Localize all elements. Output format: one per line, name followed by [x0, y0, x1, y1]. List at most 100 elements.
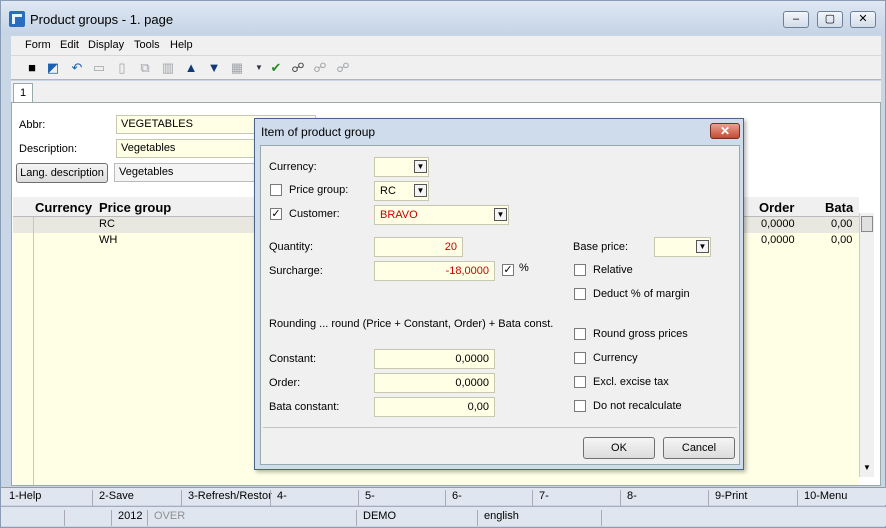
filter-icon[interactable]: ✔	[268, 60, 284, 76]
status-bar: 2012 OVER DEMO english	[1, 506, 886, 526]
col-bata[interactable]: Bata	[825, 200, 853, 215]
menu-form[interactable]: Form	[25, 39, 51, 51]
paste-icon[interactable]: ▥	[160, 60, 176, 76]
round-gross-label: Round gross prices	[593, 328, 688, 340]
percent-icon[interactable]: %	[519, 262, 529, 274]
maximize-button[interactable]: ▢	[817, 11, 843, 28]
status-lang: english	[477, 510, 519, 526]
chevron-down-icon[interactable]: ▼	[414, 184, 427, 197]
save-close-icon[interactable]: ◩	[45, 60, 61, 76]
cell-order: 0,0000	[761, 218, 795, 230]
cell-bata: 0,00	[831, 218, 853, 230]
menu-edit[interactable]: Edit	[60, 39, 79, 51]
surcharge-percent-checkbox[interactable]: ✓	[502, 264, 514, 276]
menu-tools[interactable]: Tools	[134, 39, 160, 51]
close-button[interactable]: ✕	[850, 11, 876, 28]
price-group-label: Price group:	[289, 184, 349, 196]
price-group-checkbox[interactable]	[270, 184, 282, 196]
currency-checkbox[interactable]	[574, 352, 586, 364]
cell-bata: 0,00	[831, 234, 853, 246]
find-prev-icon[interactable]: ☍	[335, 60, 351, 76]
arrow-down-icon[interactable]: ▼	[206, 60, 222, 76]
excise-checkbox[interactable]	[574, 376, 586, 388]
find-next-icon[interactable]: ☍	[312, 60, 328, 76]
grid-scrollbar[interactable]: ▼	[859, 213, 874, 477]
col-price-group[interactable]: Price group	[99, 200, 171, 215]
save-icon[interactable]: ■	[24, 60, 40, 76]
description-label: Description:	[19, 143, 78, 155]
fkey-6[interactable]: 6-	[445, 490, 462, 506]
quantity-label: Quantity:	[269, 241, 314, 253]
dialog-body: Currency: ▼ Price group: RC ▼ ✓ Customer…	[260, 145, 740, 465]
cancel-button[interactable]: Cancel	[663, 437, 735, 459]
scrollbar-thumb[interactable]	[861, 216, 873, 232]
fkey-9[interactable]: 9-Print	[708, 490, 747, 506]
dialog-close-button[interactable]: ✕	[710, 123, 740, 139]
copy-icon[interactable]: ⧉	[137, 60, 153, 76]
new-icon[interactable]: ▯	[114, 60, 130, 76]
menu-help[interactable]: Help	[170, 39, 193, 51]
order-label: Order:	[269, 377, 301, 389]
currency-label: Currency:	[269, 161, 317, 173]
fkey-7[interactable]: 7-	[532, 490, 549, 506]
chevron-down-icon[interactable]: ▼	[696, 240, 709, 253]
col-order[interactable]: Order	[759, 200, 794, 215]
title-bar: Product groups - 1. page – ▢ ✕	[1, 1, 885, 35]
currency-checkbox-label: Currency	[593, 352, 638, 364]
order-field[interactable]: 0,0000	[374, 373, 495, 393]
surcharge-field[interactable]: -18,0000	[374, 261, 495, 281]
dropdown-arrow-icon[interactable]: ▼	[251, 60, 267, 76]
binoculars-icon[interactable]: ☍	[290, 60, 306, 76]
base-price-label: Base price:	[573, 241, 629, 253]
fkey-8[interactable]: 8-	[620, 490, 637, 506]
cell-order: 0,0000	[761, 234, 795, 246]
item-dialog: Item of product group ✕ Currency: ▼ Pric…	[254, 118, 744, 470]
fkey-4[interactable]: 4-	[270, 490, 287, 506]
status-cell	[601, 510, 608, 526]
menu-bar: Form Edit Display Tools Help	[11, 36, 881, 56]
scroll-down-icon[interactable]: ▼	[863, 463, 871, 472]
customer-label: Customer:	[289, 208, 340, 220]
constant-label: Constant:	[269, 353, 317, 365]
fkey-10[interactable]: 10-Menu	[797, 490, 847, 506]
fkey-5[interactable]: 5-	[358, 490, 375, 506]
chevron-down-icon[interactable]: ▼	[494, 208, 507, 221]
cell-price-group: RC	[99, 218, 115, 230]
round-gross-checkbox[interactable]	[574, 328, 586, 340]
constant-field[interactable]: 0,0000	[374, 349, 495, 369]
fkey-2[interactable]: 2-Save	[92, 490, 134, 506]
rounding-text: Rounding ... round (Price + Constant, Or…	[269, 318, 554, 330]
status-year: 2012	[111, 510, 142, 526]
abbr-label: Abbr:	[19, 119, 46, 131]
recalculate-checkbox[interactable]	[574, 400, 586, 412]
deduct-margin-checkbox[interactable]	[574, 288, 586, 300]
customer-checkbox[interactable]: ✓	[270, 208, 282, 220]
undo-icon[interactable]: ↶	[69, 60, 85, 76]
arrow-up-icon[interactable]: ▲	[183, 60, 199, 76]
ok-button[interactable]: OK	[583, 437, 655, 459]
relative-label: Relative	[593, 264, 633, 276]
cell-price-group: WH	[99, 234, 118, 246]
chevron-down-icon[interactable]: ▼	[414, 160, 427, 173]
tab-page-1[interactable]: 1	[13, 83, 33, 103]
minimize-button[interactable]: –	[783, 11, 809, 28]
relative-checkbox[interactable]	[574, 264, 586, 276]
customer-select[interactable]: BRAVO	[374, 205, 509, 225]
lang-description-button[interactable]: Lang. description	[16, 163, 108, 183]
fkey-1[interactable]: 1-Help	[3, 490, 41, 506]
deduct-margin-label: Deduct % of margin	[593, 288, 690, 300]
fkey-3[interactable]: 3-Refresh/Restor	[181, 490, 272, 506]
recalculate-label: Do not recalculate	[593, 400, 682, 412]
bata-constant-field[interactable]: 0,00	[374, 397, 495, 417]
col-currency[interactable]: Currency	[35, 200, 92, 215]
menu-display[interactable]: Display	[88, 39, 124, 51]
quantity-field[interactable]: 20	[374, 237, 463, 257]
open-icon[interactable]: ▭	[91, 60, 107, 76]
status-mode: OVER	[147, 510, 185, 526]
grid-column-divider	[33, 217, 34, 485]
excise-label: Excl. excise tax	[593, 376, 669, 388]
form-icon[interactable]: ▦	[229, 60, 245, 76]
surcharge-label: Surcharge:	[269, 265, 323, 277]
function-key-bar: 1-Help 2-Save 3-Refresh/Restor 4- 5- 6- …	[1, 487, 886, 506]
window-title: Product groups - 1. page	[30, 12, 174, 27]
